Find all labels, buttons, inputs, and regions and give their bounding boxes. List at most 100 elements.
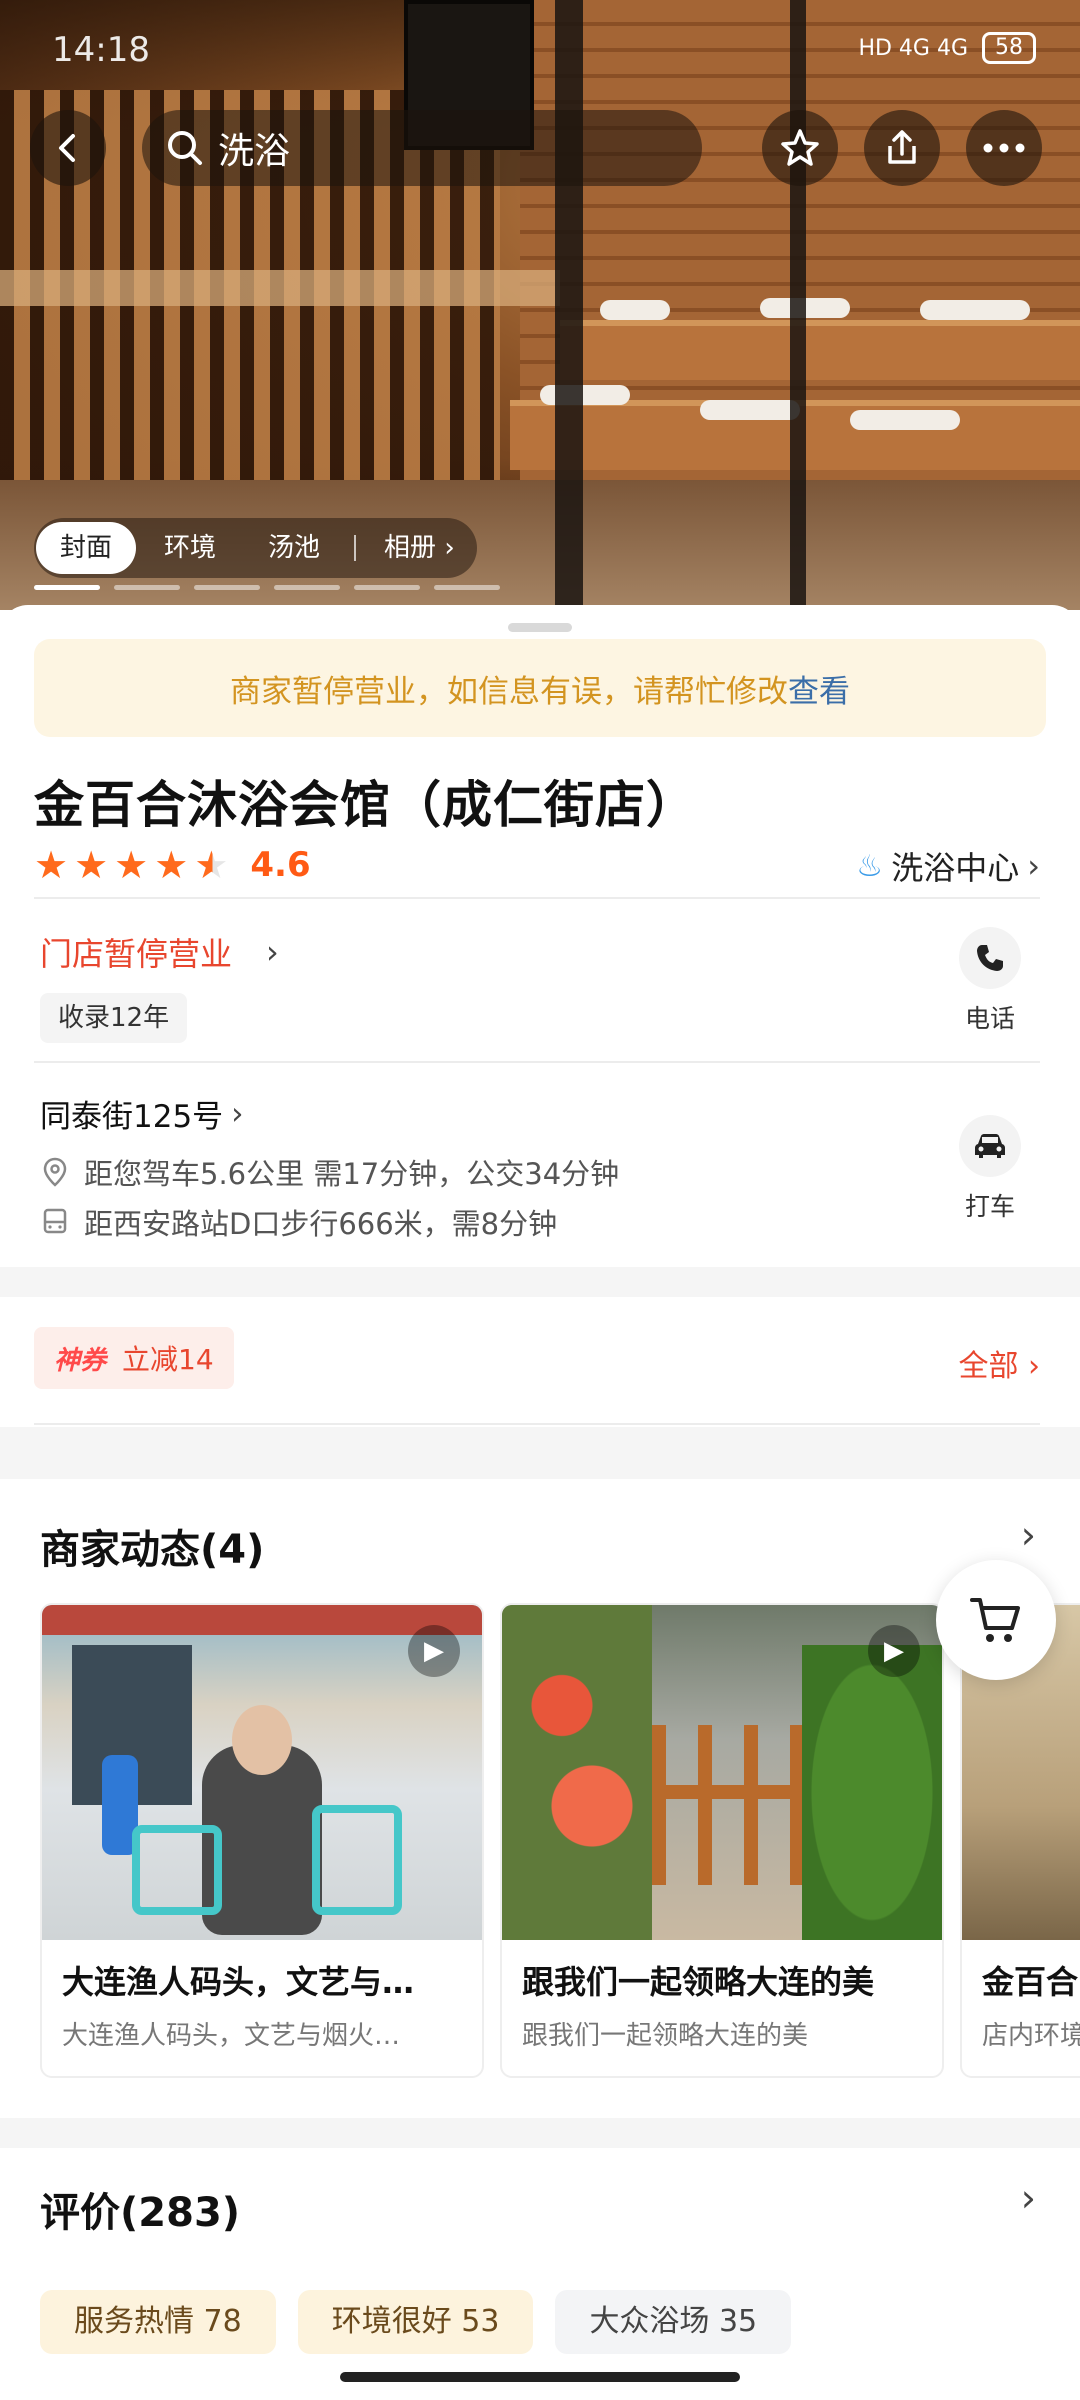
star-icon: ★ [114, 843, 149, 887]
reviews-title: 评价(283) [40, 2190, 241, 2236]
rating-row[interactable]: ★ ★ ★ ★ ★ 4.6 [34, 845, 311, 885]
page-indicator [34, 585, 100, 590]
chevron-right-icon[interactable]: › [1021, 2176, 1036, 2220]
phone-button[interactable]: 电话 [940, 927, 1040, 1035]
cart-icon [970, 1598, 1020, 1642]
gallery-indicators [34, 585, 500, 590]
tab-cover[interactable]: 封面 [36, 522, 137, 574]
category-link[interactable]: ♨ 洗浴中心 › [856, 843, 1040, 889]
search-bar[interactable]: 洗浴 [142, 110, 702, 186]
chevron-right-icon: › [444, 533, 455, 563]
update-card-title: 跟我们一起领略大连的美 [522, 1963, 875, 2001]
page-indicator [114, 585, 180, 590]
page-indicator [274, 585, 340, 590]
star-icon: ★ [34, 843, 69, 887]
taxi-button[interactable]: 打车 [940, 1115, 1040, 1223]
chevron-right-icon[interactable]: › [1021, 1513, 1036, 1557]
search-icon [168, 131, 202, 165]
chevron-right-icon: › [1028, 1349, 1040, 1384]
all-coupons-label: 全部 [958, 1349, 1019, 1384]
update-card-subtitle: 大连渔人码头，文艺与烟火… [62, 2021, 401, 2051]
hero-towel [920, 300, 1030, 320]
play-icon: ▶ [868, 1625, 920, 1677]
chair [132, 1825, 222, 1915]
hero-towel [700, 400, 800, 420]
star-icon: ★ [154, 843, 189, 887]
business-status[interactable]: 门店暂停营业 › [40, 929, 279, 975]
tenure-badge: 收录12年 [40, 993, 188, 1043]
coupon-badge[interactable]: 神券 立减14 [34, 1327, 234, 1389]
play-icon: ▶ [408, 1625, 460, 1677]
rating-value: 4.6 [250, 845, 311, 885]
updates-title: 商家动态(4) [40, 1527, 265, 1573]
back-icon [59, 134, 75, 162]
taxi-label: 打车 [964, 1192, 1015, 1221]
page-indicator [434, 585, 500, 590]
status-icons: HD 4G 4G 58 [858, 32, 1036, 64]
chevron-right-icon: › [266, 933, 279, 971]
person-face [232, 1705, 292, 1775]
gallery-tabs: 封面 环境 汤池 相册 › [34, 518, 477, 578]
hero-door-frame [790, 0, 806, 610]
search-text: 洗浴 [218, 131, 291, 172]
drive-info: 距您驾车5.6公里 需17分钟，公交34分钟 [84, 1157, 620, 1191]
update-card[interactable]: ▶ 大连渔人码头，文艺与… 大连渔人码头，文艺与烟火… [40, 1603, 484, 2078]
review-tags: 服务热情 78 环境很好 53 大众浴场 35 [40, 2290, 792, 2354]
hero-slat-band [0, 270, 560, 306]
coupon-type: 神券 [54, 1345, 107, 1376]
chevron-right-icon: › [1027, 847, 1040, 885]
update-card-subtitle: 跟我们一起领略大连的美 [522, 2021, 809, 2051]
address-link[interactable]: 同泰街125号 › [40, 1091, 244, 1136]
share-button[interactable] [864, 110, 940, 186]
section-gap [0, 1427, 1080, 1479]
review-tag[interactable]: 服务热情 78 [40, 2290, 276, 2354]
hero-towel [540, 385, 630, 405]
favorite-button[interactable] [762, 110, 838, 186]
network-indicator: HD 4G 4G [858, 35, 968, 61]
half-star-icon: ★ [194, 843, 229, 887]
album-label: 相册 [384, 533, 437, 563]
divider [34, 1061, 1040, 1063]
update-card-title: 金百合 [982, 1963, 1079, 2001]
car-icon [959, 1115, 1021, 1177]
updates-carousel[interactable]: ▶ 大连渔人码头，文艺与… 大连渔人码头，文艺与烟火… ▶ 跟我们一起领略大连的… [40, 1603, 1080, 2083]
notice-text: 商家暂停营业，如信息有误，请帮忙修改 [230, 673, 788, 710]
sheet-grabber[interactable] [508, 623, 572, 632]
cart-button[interactable] [936, 1560, 1056, 1680]
leaves [802, 1645, 942, 1940]
tab-album[interactable]: 相册 › [360, 522, 469, 574]
hero-gallery[interactable]: 14:18 HD 4G 4G 58 洗浴 封面 环境 汤池 相册 › [0, 0, 1080, 610]
chair [312, 1805, 402, 1915]
metro-icon [43, 1208, 67, 1234]
divider [34, 897, 1040, 899]
back-button[interactable] [30, 110, 106, 186]
divider [34, 1423, 1040, 1425]
more-button[interactable] [966, 110, 1042, 186]
review-tag[interactable]: 环境很好 53 [297, 2290, 534, 2354]
tab-environment[interactable]: 环境 [140, 522, 240, 574]
tab-pool[interactable]: 汤池 [244, 522, 344, 574]
hero-bench [560, 320, 1080, 380]
star-icon: ★ [74, 843, 109, 887]
section-gap [0, 2118, 1080, 2148]
hero-door-frame [555, 0, 583, 610]
battery-indicator: 58 [982, 32, 1036, 64]
hot-spring-icon: ♨ [856, 848, 884, 884]
review-tag[interactable]: 大众浴场 35 [555, 2290, 792, 2354]
hero-towel [850, 410, 960, 430]
update-card-title: 大连渔人码头，文艺与… [62, 1963, 415, 2001]
update-card[interactable]: ▶ 跟我们一起领略大连的美 跟我们一起领略大连的美 [500, 1603, 944, 2078]
closed-notice: 商家暂停营业，如信息有误，请帮忙修改 查看 [34, 639, 1046, 737]
star-icon [781, 129, 819, 166]
transit-info: 距西安路站D口步行666米，需8分钟 [84, 1207, 558, 1241]
share-icon [888, 130, 916, 164]
flowers [502, 1605, 652, 1940]
coupon-discount: 立减14 [122, 1343, 214, 1376]
business-status-label: 门店暂停营业 [40, 935, 233, 973]
category-label: 洗浴中心 [891, 849, 1020, 887]
shop-name: 金百合沐浴会馆（成仁街店） [34, 776, 697, 834]
page-indicator [194, 585, 260, 590]
all-coupons-link[interactable]: 全部 › [958, 1341, 1040, 1385]
home-indicator[interactable] [340, 2372, 740, 2382]
notice-link[interactable]: 查看 [788, 666, 850, 711]
